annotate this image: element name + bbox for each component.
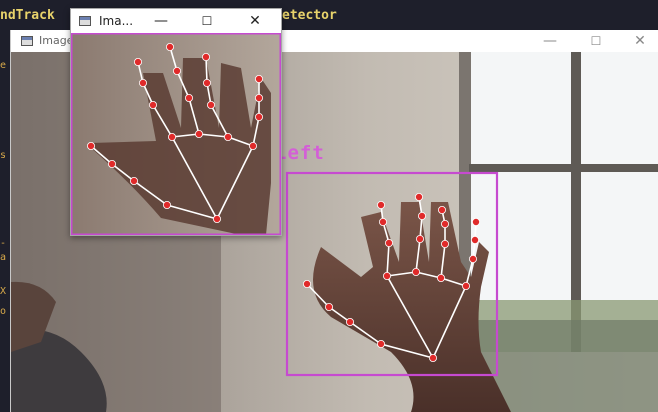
- landmark-point: [376, 200, 385, 209]
- hand-label: Left: [275, 142, 325, 164]
- landmark-point: [302, 279, 311, 288]
- landmark-point: [149, 101, 158, 110]
- gutter-mark: X: [0, 286, 7, 297]
- landmark-point: [130, 176, 139, 185]
- cropped-hand-frame: [71, 33, 281, 235]
- landmark-point: [166, 42, 175, 51]
- landmark-point: [378, 217, 387, 226]
- landmark-point: [428, 353, 437, 362]
- landmark-point: [108, 160, 117, 169]
- landmark-point: [86, 142, 95, 151]
- landmark-point: [173, 67, 182, 76]
- cropped-hand-image: [71, 33, 281, 235]
- window-transom: [469, 164, 658, 172]
- landmark-point: [223, 133, 232, 142]
- maximize-button[interactable]: ☐: [573, 30, 619, 52]
- landmark-point: [468, 254, 477, 263]
- window-titlebar[interactable]: Ima... — ☐ ✕: [71, 9, 281, 33]
- gutter-mark: o: [0, 306, 7, 317]
- landmark-point: [254, 113, 263, 122]
- window-title: Ima...: [99, 14, 134, 28]
- landmark-point: [254, 94, 263, 103]
- landmark-point: [471, 217, 480, 226]
- landmark-point: [382, 271, 391, 280]
- landmark-point: [384, 238, 393, 247]
- gutter-mark: -: [0, 238, 7, 249]
- landmark-point: [414, 192, 423, 201]
- landmark-point: [345, 317, 354, 326]
- code-text-left: ndTrack: [0, 8, 55, 23]
- maximize-button[interactable]: ☐: [187, 9, 227, 33]
- image-window-small: Ima... — ☐ ✕: [70, 8, 282, 236]
- code-text-right: etector: [282, 8, 337, 23]
- close-button[interactable]: ✕: [235, 9, 275, 33]
- landmark-point: [461, 281, 470, 290]
- landmark-point: [139, 79, 148, 88]
- gutter-mark: s: [0, 150, 7, 161]
- landmark-point: [415, 234, 424, 243]
- landmark-point: [254, 75, 263, 84]
- minimize-button[interactable]: —: [141, 9, 181, 33]
- landmark-point: [436, 273, 445, 282]
- landmark-point: [417, 211, 426, 220]
- landmark-point: [168, 133, 177, 142]
- landmark-point: [440, 239, 449, 248]
- landmark-point: [470, 235, 479, 244]
- close-button[interactable]: ✕: [617, 30, 658, 52]
- landmark-point: [411, 267, 420, 276]
- landmark-point: [163, 200, 172, 209]
- landmark-point: [195, 130, 204, 139]
- landmark-point: [134, 57, 143, 66]
- landmark-point: [440, 219, 449, 228]
- gutter-mark: e: [0, 60, 7, 71]
- landmark-point: [206, 101, 215, 110]
- app-icon: [21, 36, 33, 46]
- landmark-point: [201, 52, 210, 61]
- landmark-point: [324, 302, 333, 311]
- minimize-button[interactable]: —: [527, 30, 573, 52]
- window-title: Image: [39, 34, 74, 47]
- landmark-point: [437, 205, 446, 214]
- landmark-point: [185, 94, 194, 103]
- landmark-point: [248, 142, 257, 151]
- gutter-mark: a: [0, 252, 7, 263]
- landmark-point: [376, 339, 385, 348]
- landmark-point: [202, 79, 211, 88]
- app-icon: [79, 16, 91, 26]
- landmark-point: [212, 214, 221, 223]
